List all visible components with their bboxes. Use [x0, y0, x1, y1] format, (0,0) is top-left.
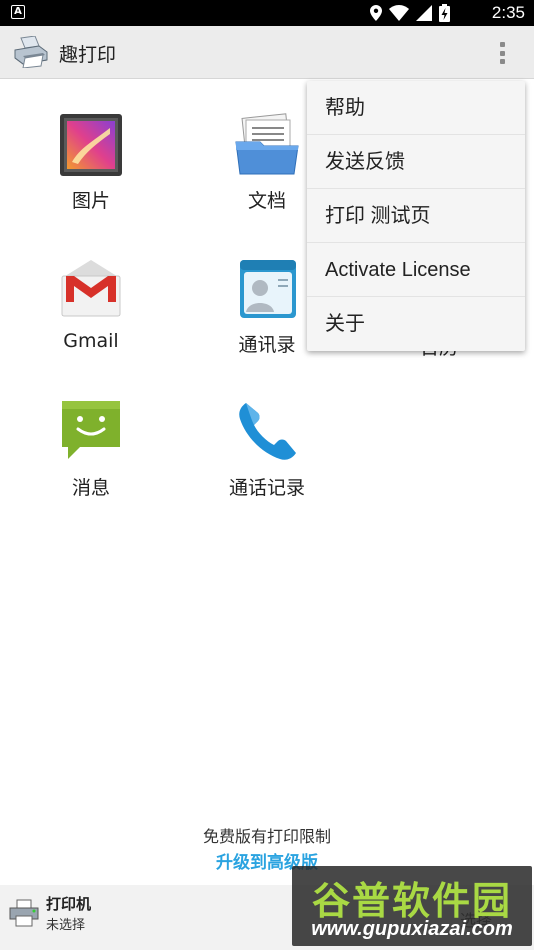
watermark: 谷普软件园 www.gupuxiazai.com [292, 866, 532, 946]
printer-status: 未选择 [46, 918, 86, 933]
battery-charging-icon [439, 4, 450, 22]
menu-item-about[interactable]: 关于 [307, 297, 525, 351]
gmail-icon [58, 256, 124, 322]
grid-item-label: 消息 [71, 477, 110, 499]
grid-item-call-log[interactable]: 通话记录 [192, 399, 342, 500]
grid-item-messages[interactable]: 消息 [16, 399, 166, 500]
free-version-limit-text: 免费版有打印限制 [202, 827, 331, 846]
app-title: 趣打印 [59, 44, 117, 66]
grid-item-gallery[interactable]: 图片 [16, 112, 166, 213]
watermark-url: www.gupuxiazai.com [311, 918, 513, 940]
printer-app-logo [14, 36, 48, 68]
gallery-icon [58, 112, 124, 178]
status-icons [370, 4, 450, 22]
overflow-menu: 帮助 发送反馈 打印 测试页 Activate License 关于 [307, 81, 525, 351]
watermark-title: 谷普软件园 [311, 879, 512, 923]
folder-documents-icon [234, 112, 300, 178]
notification-a-icon: A [11, 5, 25, 19]
status-time: 2:35 [491, 3, 525, 22]
grid-item-gmail[interactable]: Gmail [16, 256, 166, 352]
menu-item-activate-license[interactable]: Activate License [307, 243, 525, 297]
signal-icon [416, 5, 432, 21]
printer-title: 打印机 [46, 895, 92, 913]
grid-item-label: 通话记录 [228, 477, 305, 499]
phone-icon [234, 399, 300, 465]
menu-item-help[interactable]: 帮助 [307, 81, 525, 135]
contacts-icon [234, 256, 300, 322]
app-bar: 趣打印 [0, 26, 534, 79]
wifi-icon [389, 5, 409, 21]
status-bar: A 2:35 [0, 0, 534, 26]
messages-icon [58, 399, 124, 465]
menu-item-print-test-page[interactable]: 打印 测试页 [307, 189, 525, 243]
location-icon [370, 5, 382, 21]
grid-item-label: Gmail [63, 330, 119, 352]
printer-icon [9, 899, 39, 927]
more-vert-icon[interactable] [490, 40, 514, 66]
menu-item-send-feedback[interactable]: 发送反馈 [307, 135, 525, 189]
grid-item-label: 图片 [71, 190, 110, 212]
